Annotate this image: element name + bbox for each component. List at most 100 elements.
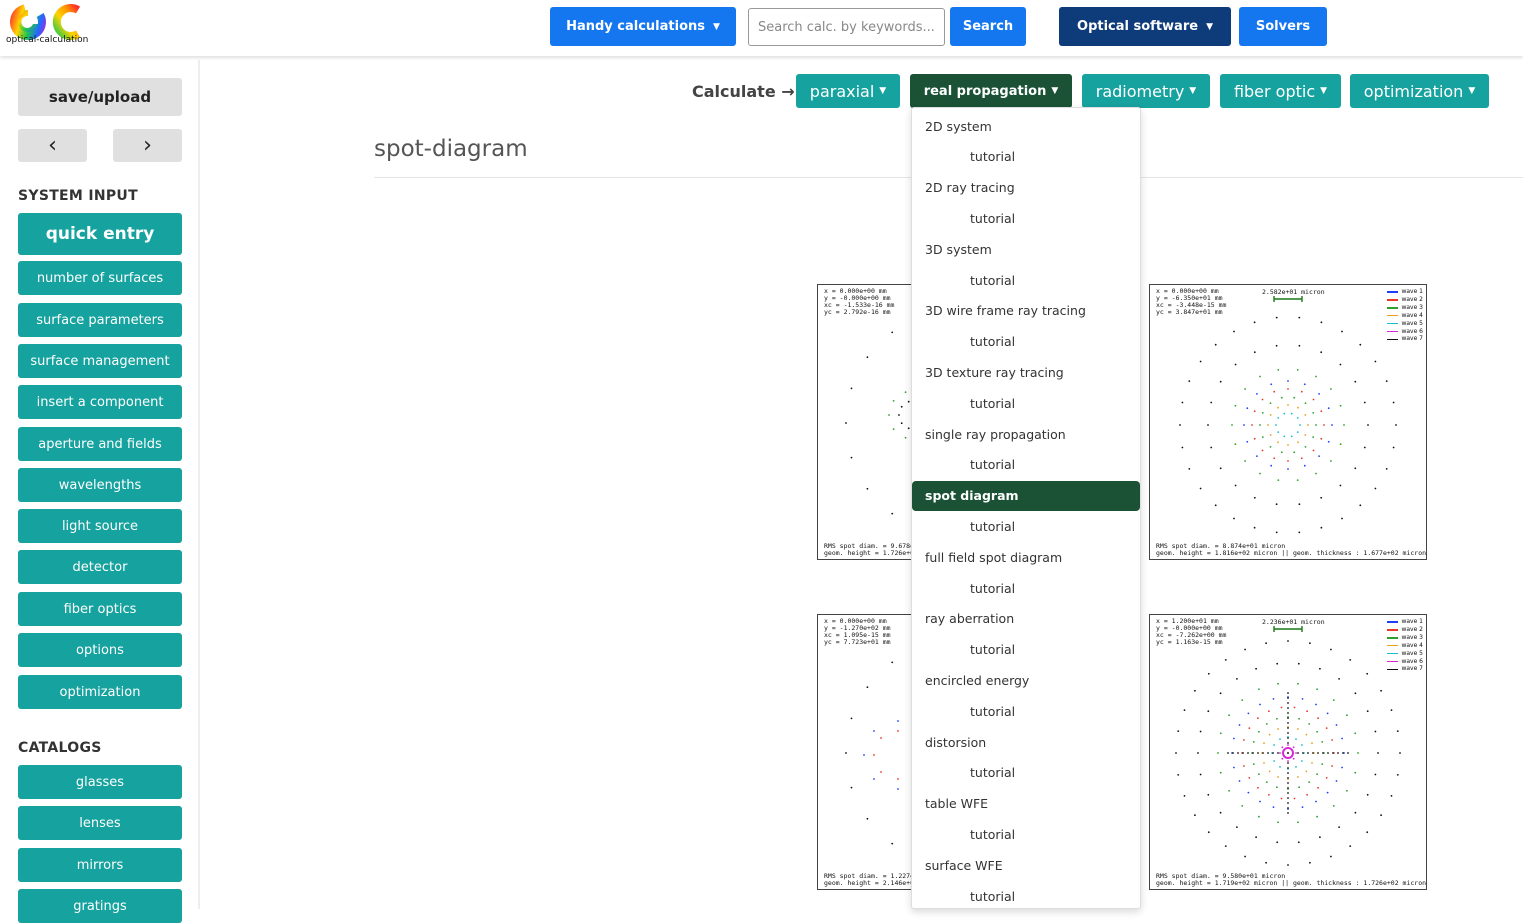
menu-item-tutorial[interactable]: tutorial: [912, 265, 1140, 295]
menu-item-ray-aberration[interactable]: ray aberration: [912, 604, 1140, 634]
solvers-button[interactable]: Solvers: [1239, 7, 1327, 46]
save-upload-button[interactable]: save/upload: [18, 78, 182, 116]
menu-item-3d-wire-frame-ray-tracing[interactable]: 3D wire frame ray tracing: [912, 296, 1140, 326]
spot-point: [1263, 742, 1265, 744]
spot-point: [880, 771, 882, 773]
tab-radiometry[interactable]: radiometry ▼: [1082, 74, 1210, 108]
optical-software-dropdown[interactable]: Optical software ▼: [1059, 7, 1231, 46]
search-input[interactable]: [748, 8, 945, 46]
spot-point: [1287, 707, 1289, 709]
tab-optimization[interactable]: optimization ▼: [1350, 74, 1489, 108]
spot-diagram-plot-2: x = 0.000e+00 mm y = -6.350e+01 mm xc = …: [1149, 284, 1427, 560]
handy-calculations-dropdown[interactable]: Handy calculations ▼: [550, 7, 736, 46]
spot-points: [1175, 626, 1401, 866]
sidebar-item-surface-parameters[interactable]: surface parameters: [18, 303, 182, 337]
menu-item-full-field-spot-diagram[interactable]: full field spot diagram: [912, 542, 1140, 572]
spot-point: [1241, 699, 1244, 701]
menu-item-2d-ray-tracing[interactable]: 2D ray tracing: [912, 173, 1140, 203]
spot-point: [1217, 752, 1219, 754]
sidebar-item-insert-a-component[interactable]: insert a component: [18, 385, 182, 419]
menu-item-table-wfe[interactable]: table WFE: [912, 789, 1140, 819]
spot-point: [1268, 733, 1271, 736]
spot-point: [1257, 786, 1259, 789]
menu-item-tutorial[interactable]: tutorial: [912, 142, 1140, 172]
spot-point: [1297, 662, 1300, 665]
menu-item-3d-system[interactable]: 3D system: [912, 234, 1140, 264]
spot-point: [1296, 479, 1299, 481]
menu-item-tutorial[interactable]: tutorial: [912, 203, 1140, 233]
search-button[interactable]: Search: [950, 7, 1026, 46]
spot-point: [873, 778, 875, 780]
next-button[interactable]: ›: [113, 129, 182, 162]
spot-point: [1255, 836, 1257, 839]
tab-label: radiometry: [1095, 81, 1185, 101]
spot-point: [1287, 807, 1289, 809]
spot-point: [1300, 457, 1303, 460]
menu-item-distorsion[interactable]: distorsion: [912, 727, 1140, 757]
sidebar-item-options[interactable]: options: [18, 633, 182, 667]
menu-item-tutorial[interactable]: tutorial: [912, 696, 1140, 726]
spot-point: [1297, 406, 1299, 409]
spot-point: [900, 422, 903, 425]
quick-entry-button[interactable]: quick entry: [18, 213, 182, 255]
spot-point: [1258, 773, 1260, 776]
spot-point: [1293, 396, 1296, 399]
sidebar-item-wavelengths[interactable]: wavelengths: [18, 468, 182, 502]
spot-point: [1330, 460, 1332, 462]
menu-item-tutorial[interactable]: tutorial: [912, 573, 1140, 603]
spot-point: [1197, 752, 1199, 754]
tab-fiber-optic[interactable]: fiber optic ▼: [1220, 74, 1341, 108]
spot-point: [1268, 770, 1271, 773]
sidebar-item-light-source[interactable]: light source: [18, 509, 182, 543]
menu-item-single-ray-propagation[interactable]: single ray propagation: [912, 419, 1140, 449]
catalog-item-gratings[interactable]: gratings: [18, 889, 182, 923]
spot-point: [1252, 741, 1255, 743]
spot-point: [1283, 435, 1286, 438]
spot-point: [1332, 699, 1335, 701]
plot-info: x = 0.000e+00 mm y = -1.270e+02 mm xc = …: [824, 617, 891, 646]
spot-point: [1287, 722, 1289, 724]
menu-item-tutorial[interactable]: tutorial: [912, 450, 1140, 480]
menu-item-tutorial[interactable]: tutorial: [912, 511, 1140, 541]
tab-real-propagation[interactable]: real propagation ▼: [910, 74, 1072, 108]
spot-point: [1277, 441, 1279, 444]
menu-item-tutorial[interactable]: tutorial: [912, 327, 1140, 357]
menu-item-tutorial[interactable]: tutorial: [912, 819, 1140, 849]
sidebar-item-optimization[interactable]: optimization: [18, 675, 182, 709]
spot-point: [1276, 841, 1279, 844]
spot-point: [1273, 760, 1275, 762]
sidebar-item-fiber-optics[interactable]: fiber optics: [18, 592, 182, 626]
spot-point: [1280, 706, 1283, 709]
spot-point: [1339, 404, 1342, 407]
spot-point: [1399, 752, 1401, 754]
menu-item-surface-wfe[interactable]: surface WFE: [912, 850, 1140, 880]
spot-point: [1253, 437, 1256, 440]
prev-button[interactable]: ‹: [18, 129, 87, 162]
menu-item-tutorial[interactable]: tutorial: [912, 388, 1140, 418]
legend-entry: wave 3: [1387, 634, 1423, 642]
sidebar-item-detector[interactable]: detector: [18, 550, 182, 584]
menu-item-tutorial[interactable]: tutorial: [912, 881, 1140, 908]
catalog-item-lenses[interactable]: lenses: [18, 806, 182, 840]
menu-item-encircled-energy[interactable]: encircled energy: [912, 665, 1140, 695]
menu-item-3d-texture-ray-tracing[interactable]: 3D texture ray tracing: [912, 357, 1140, 387]
spot-point: [1287, 772, 1289, 774]
sidebar-item-number-of-surfaces[interactable]: number of surfaces: [18, 261, 182, 295]
spot-point: [1287, 380, 1289, 382]
sidebar-item-surface-management[interactable]: surface management: [18, 344, 182, 378]
sidebar-item-aperture-and-fields[interactable]: aperture and fields: [18, 427, 182, 461]
menu-item-spot-diagram[interactable]: spot diagram: [912, 480, 1140, 511]
plot-info: x = 1.200e+01 mm y = -0.000e+00 mm xc = …: [1156, 617, 1227, 646]
spot-point: [1287, 697, 1289, 699]
legend-entry: wave 5: [1387, 320, 1423, 328]
spot-point: [1273, 457, 1276, 460]
caret-down-icon: ▼: [1468, 86, 1476, 96]
spot-point: [1269, 402, 1272, 404]
menu-item-tutorial[interactable]: tutorial: [912, 758, 1140, 788]
menu-item-2d-system[interactable]: 2D system: [912, 111, 1140, 141]
tab-paraxial[interactable]: paraxial ▼: [796, 74, 900, 108]
spot-point: [1253, 496, 1256, 499]
catalog-item-glasses[interactable]: glasses: [18, 765, 182, 799]
catalog-item-mirrors[interactable]: mirrors: [18, 848, 182, 882]
menu-item-tutorial[interactable]: tutorial: [912, 635, 1140, 665]
